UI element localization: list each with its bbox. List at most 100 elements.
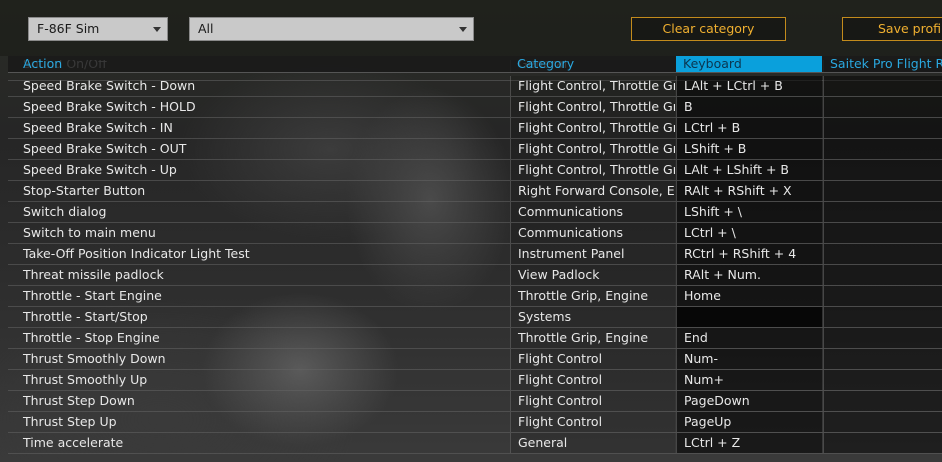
action-cell: Switch dialog [23,204,107,219]
table-row[interactable]: Throttle - Start Engine Throttle Grip, En… [8,286,942,307]
keyboard-binding-cell[interactable] [676,307,822,327]
keyboard-binding-cell[interactable]: LCtrl + \ [676,223,822,243]
column-header-category[interactable]: Category [510,56,675,72]
action-cell: Speed Brake Switch - IN [23,120,173,135]
saitek-binding-cell[interactable] [823,118,942,138]
category-cell: Flight Control [510,370,675,390]
table-row[interactable]: Take-Off Position Indicator Light Test In… [8,244,942,265]
keyboard-binding-cell[interactable]: End [676,328,822,348]
column-header-keyboard[interactable]: Keyboard [676,56,822,72]
keyboard-binding-cell[interactable]: Home [676,286,822,306]
category-cell: Flight Control, Throttle Gr [510,118,675,138]
table-row[interactable]: Speed Brake Switch - IN Flight Control, T… [8,118,942,139]
column-header-saitek[interactable]: Saitek Pro Flight Ru [823,56,942,72]
keyboard-binding-cell[interactable]: RAlt + RShift + X [676,181,822,201]
table-row[interactable]: Threat missile padlock View Padlock RAlt +… [8,265,942,286]
keyboard-binding-cell[interactable]: B [676,97,822,117]
keyboard-binding-cell[interactable]: LShift + B [676,139,822,159]
table-row[interactable]: Stop-Starter Button Right Forward Console… [8,181,942,202]
action-cell: Speed Brake Switch - Down [23,78,196,93]
save-profile-button[interactable]: Save profile [842,17,942,41]
table-row[interactable]: Switch dialog Communications LShift + \ [8,202,942,223]
saitek-binding-cell[interactable] [823,181,942,201]
table-row[interactable]: Switch to main menu Communications LCtrl +… [8,223,942,244]
action-cell: Thrust Step Up [23,414,117,429]
table-header: Action Category Keyboard Saitek Pro Flig… [8,56,942,73]
keyboard-binding-cell[interactable]: RCtrl + RShift + 4 [676,244,822,264]
saitek-binding-cell[interactable] [823,412,942,432]
table-row[interactable]: Thrust Step Down Flight Control PageDown [8,391,942,412]
category-cell: Flight Control [510,391,675,411]
chevron-down-icon [459,27,467,32]
keyboard-binding-cell[interactable]: Num+ [676,370,822,390]
saitek-binding-cell[interactable] [823,307,942,327]
table-row[interactable]: Speed Brake Switch - Up Flight Control, T… [8,160,942,181]
keyboard-binding-cell[interactable]: PageUp [676,412,822,432]
category-cell: Instrument Panel [510,244,675,264]
category-cell: Flight Control, Throttle Gr [510,97,675,117]
saitek-binding-cell[interactable] [823,286,942,306]
table-row[interactable]: Throttle - Start/Stop Systems [8,307,942,328]
action-cell: Time accelerate [23,435,124,450]
saitek-binding-cell[interactable] [823,76,942,96]
category-cell: Communications [510,202,675,222]
keyboard-binding-cell[interactable]: LShift + \ [676,202,822,222]
keyboard-binding-cell[interactable]: LCtrl + Z [676,433,822,453]
category-cell: Throttle Grip, Engine [510,328,675,348]
saitek-binding-cell[interactable] [823,97,942,117]
category-cell: Flight Control [510,349,675,369]
saitek-binding-cell[interactable] [823,244,942,264]
category-cell: Communications [510,223,675,243]
saitek-binding-cell[interactable] [823,433,942,453]
category-cell: Flight Control, Throttle Gr [510,76,675,96]
category-cell: General [510,433,675,453]
category-cell: Flight Control, Throttle Gr [510,160,675,180]
action-cell: Throttle - Stop Engine [23,330,160,345]
table-row[interactable]: Thrust Smoothly Up Flight Control Num+ [8,370,942,391]
clear-category-button[interactable]: Clear category [631,17,786,41]
action-cell: Speed Brake Switch - HOLD [23,99,196,114]
keyboard-binding-cell[interactable]: PageDown [676,391,822,411]
saitek-binding-cell[interactable] [823,223,942,243]
table-row[interactable]: Throttle - Stop Engine Throttle Grip, Eng… [8,328,942,349]
saitek-binding-cell[interactable] [823,328,942,348]
action-cell: Speed Brake Switch - Up [23,162,177,177]
category-cell: Systems [510,307,675,327]
aircraft-select[interactable]: F-86F Sim [28,17,168,41]
action-cell: Throttle - Start Engine [23,288,162,303]
keyboard-binding-cell[interactable]: LAlt + LCtrl + B [676,76,822,96]
action-cell: Speed Brake Switch - OUT [23,141,187,156]
category-cell: Throttle Grip, Engine [510,286,675,306]
action-cell: Threat missile padlock [23,267,164,282]
action-cell: Thrust Smoothly Down [23,351,166,366]
action-cell: Switch to main menu [23,225,156,240]
category-filter-select[interactable]: All [189,17,474,41]
category-cell: Right Forward Console, Er [510,181,675,201]
table-row[interactable]: Thrust Step Up Flight Control PageUp [8,412,942,433]
table-row[interactable]: Speed Brake Switch - OUT Flight Control, … [8,139,942,160]
keyboard-binding-cell[interactable]: RAlt + Num. [676,265,822,285]
keyboard-binding-cell[interactable]: Num- [676,349,822,369]
saitek-binding-cell[interactable] [823,391,942,411]
saitek-binding-cell[interactable] [823,139,942,159]
table-row[interactable]: Thrust Smoothly Down Flight Control Num- [8,349,942,370]
action-cell: Stop-Starter Button [23,183,146,198]
saitek-binding-cell[interactable] [823,160,942,180]
saitek-binding-cell[interactable] [823,265,942,285]
category-cell: Flight Control, Throttle Gr [510,139,675,159]
action-cell: Take-Off Position Indicator Light Test [23,246,250,261]
keyboard-binding-cell[interactable]: LAlt + LShift + B [676,160,822,180]
table-row[interactable]: Speed Brake Switch - Down Flight Control,… [8,76,942,97]
saitek-binding-cell[interactable] [823,370,942,390]
keyboard-binding-cell[interactable]: LCtrl + B [676,118,822,138]
action-cell: Thrust Smoothly Up [23,372,148,387]
aircraft-select-value: F-86F Sim [37,21,100,36]
chevron-down-icon [153,27,161,32]
toolbar: F-86F Sim All Clear category Save profil… [0,0,942,56]
saitek-binding-cell[interactable] [823,349,942,369]
saitek-binding-cell[interactable] [823,202,942,222]
column-header-action[interactable]: Action [16,56,510,72]
table-row[interactable]: Time accelerate General LCtrl + Z [8,433,942,454]
table-row[interactable]: Speed Brake Switch - HOLD Flight Control,… [8,97,942,118]
action-cell: Throttle - Start/Stop [23,309,148,324]
